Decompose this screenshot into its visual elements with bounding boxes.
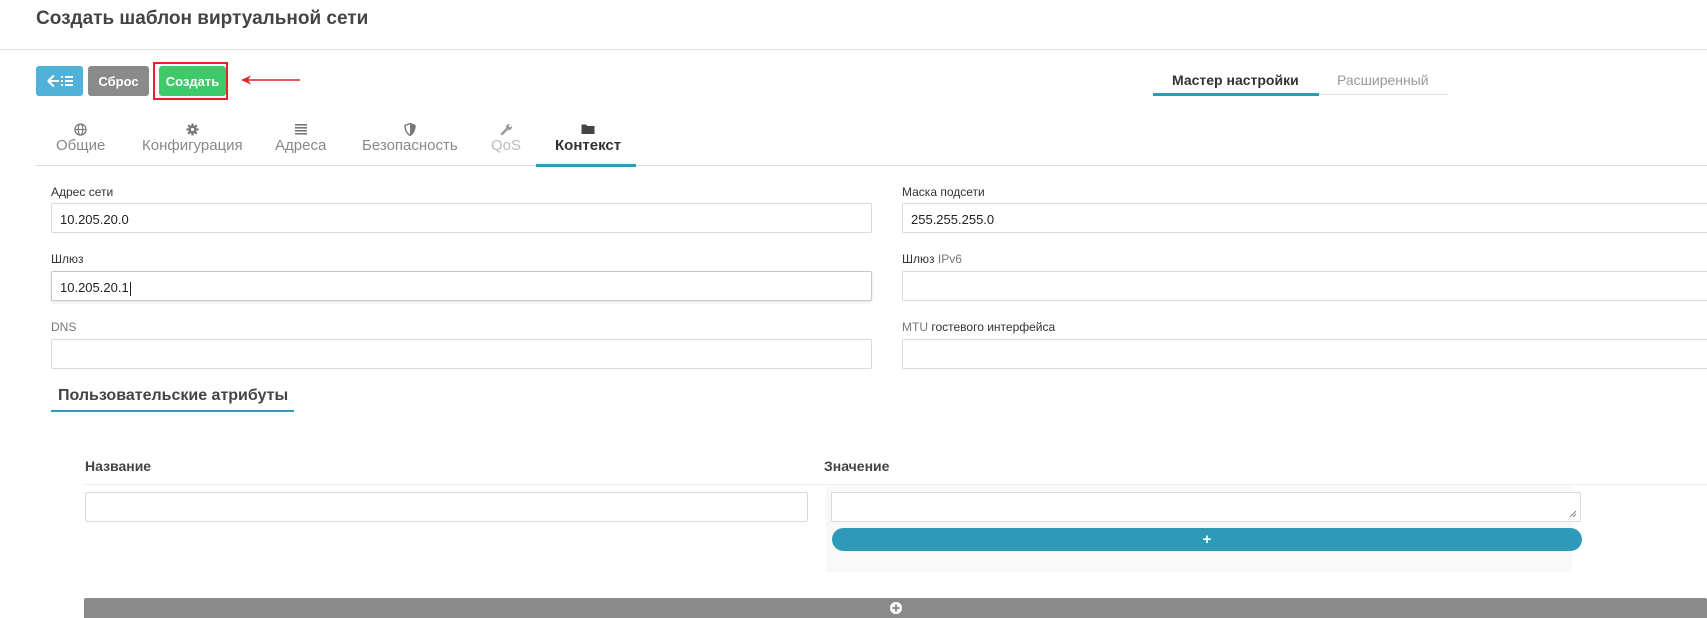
attribute-value-textarea[interactable] bbox=[831, 492, 1581, 522]
folder-icon bbox=[581, 122, 595, 136]
tab-qos[interactable]: QoS bbox=[491, 122, 521, 154]
mode-tab-advanced[interactable]: Расширенный bbox=[1337, 72, 1429, 88]
value-column-header: Значение bbox=[824, 458, 890, 474]
tab-label: Безопасность bbox=[362, 137, 458, 154]
globe-icon bbox=[74, 122, 87, 136]
custom-attributes-title: Пользовательские атрибуты bbox=[58, 387, 289, 404]
gateway-ipv6-label-main: Шлюз bbox=[902, 252, 935, 266]
list-icon bbox=[294, 122, 307, 136]
create-button-highlight bbox=[153, 62, 228, 100]
annotation-arrow-icon bbox=[241, 75, 300, 85]
tab-label: Контекст bbox=[555, 137, 622, 154]
tab-configuration[interactable]: Конфигурация bbox=[142, 122, 243, 154]
tab-security[interactable]: Безопасность bbox=[362, 122, 458, 154]
mtu-label: MTU гостевого интерфейса bbox=[902, 320, 1055, 334]
attributes-header-divider bbox=[84, 484, 1707, 485]
tab-label: Конфигурация bbox=[142, 137, 243, 154]
gateway-label: Шлюз bbox=[51, 252, 84, 266]
name-column-header: Название bbox=[85, 458, 152, 474]
arrow-left-list-icon bbox=[46, 74, 73, 88]
tab-general[interactable]: Общие bbox=[56, 122, 105, 154]
gateway-ipv6-label-light: IPv6 bbox=[937, 252, 962, 266]
text-cursor bbox=[129, 281, 131, 296]
network-address-input[interactable]: 10.205.20.0 bbox=[51, 203, 872, 233]
mtu-input[interactable] bbox=[902, 339, 1707, 369]
tab-active-indicator bbox=[536, 164, 636, 167]
gateway-ipv6-label: Шлюз IPv6 bbox=[902, 252, 962, 266]
mtu-label-light: MTU bbox=[902, 320, 928, 334]
attribute-name-input[interactable] bbox=[85, 492, 808, 522]
gateway-input[interactable]: 10.205.20.1 bbox=[51, 271, 872, 301]
gateway-ipv6-input[interactable] bbox=[902, 271, 1707, 301]
gear-icon bbox=[186, 122, 199, 136]
subnet-mask-input[interactable]: 255.255.255.0 bbox=[902, 203, 1707, 233]
add-value-button[interactable]: + bbox=[832, 528, 1582, 551]
header-divider bbox=[0, 49, 1707, 50]
tab-context[interactable]: Контекст bbox=[555, 122, 621, 154]
mtu-label-main: гостевого интерфейса bbox=[931, 320, 1056, 334]
back-to-list-button[interactable] bbox=[36, 66, 83, 96]
dns-label: DNS bbox=[51, 320, 77, 334]
wrench-icon bbox=[500, 122, 513, 136]
mode-tab-active-indicator bbox=[1153, 93, 1319, 96]
reset-button[interactable]: Сброс bbox=[88, 66, 149, 96]
subnet-mask-label: Маска подсети bbox=[902, 185, 985, 199]
page-title: Создать шаблон виртуальной сети bbox=[36, 8, 369, 29]
resize-handle-icon[interactable] bbox=[1569, 510, 1577, 518]
network-address-label: Адрес сети bbox=[51, 185, 114, 199]
custom-attributes-underline bbox=[51, 410, 294, 412]
tab-addresses[interactable]: Адреса bbox=[275, 122, 326, 154]
shield-icon bbox=[404, 122, 416, 136]
tab-label: QoS bbox=[491, 137, 522, 154]
tabs-divider bbox=[36, 165, 1707, 166]
dns-input[interactable] bbox=[51, 339, 872, 369]
plus-circle-icon bbox=[889, 602, 902, 614]
gateway-input-value: 10.205.20.1 bbox=[60, 280, 129, 295]
tab-label: Адреса bbox=[275, 137, 327, 154]
tab-label: Общие bbox=[56, 137, 106, 154]
add-attribute-button[interactable] bbox=[84, 598, 1707, 618]
mode-tab-wizard[interactable]: Мастер настройки bbox=[1172, 72, 1299, 88]
